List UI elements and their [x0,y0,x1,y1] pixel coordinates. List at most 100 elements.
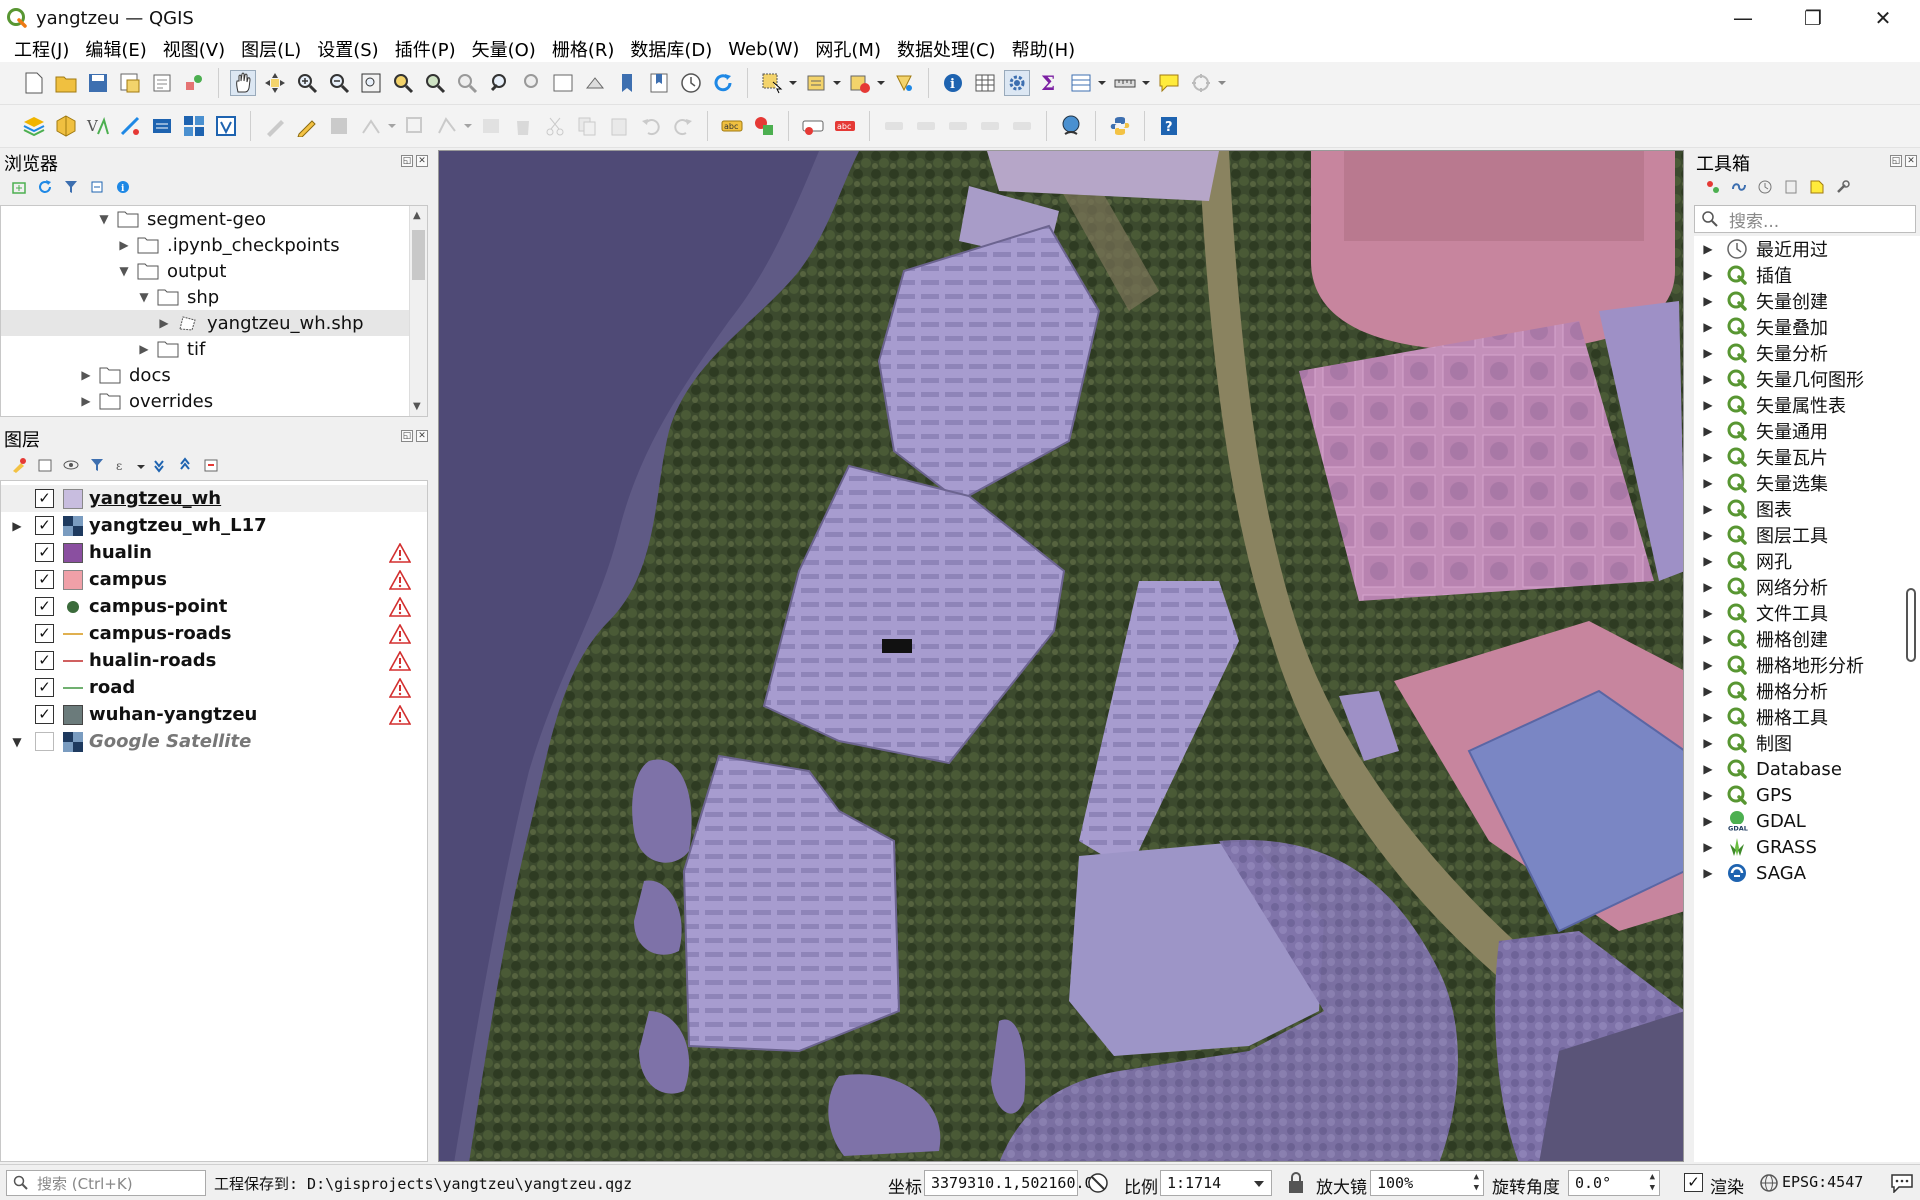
scale-combobox[interactable]: 1:1714 [1160,1170,1272,1196]
browser-tree[interactable]: ▼ segment-geo ▶ .ipynb_checkpoints ▼ out… [0,205,428,417]
close-button[interactable]: ✕ [1848,0,1918,36]
toolbox-item[interactable]: ▶ 矢量几何图形 [1694,366,1920,392]
zoom-to-layer-icon[interactable] [422,70,448,96]
layer-row-campus[interactable]: ✓ campus [1,566,427,593]
new-map-view-icon[interactable] [550,70,576,96]
toolbox-item[interactable]: ▶ 矢量瓦片 [1694,444,1920,470]
layer-visibility-checkbox[interactable]: ✓ [35,678,54,697]
zoom-full-icon[interactable] [358,70,384,96]
chevron-right-icon[interactable]: ▶ [1698,502,1718,516]
label-toolbar-icon[interactable]: abc [719,113,745,139]
chevron-right-icon[interactable]: ▶ [1698,554,1718,568]
toolbox-item[interactable]: ▶ 图层工具 [1694,522,1920,548]
toolbox-item[interactable]: ▶ 矢量创建 [1694,288,1920,314]
float-panel-icon[interactable]: ◱ [401,430,413,442]
style-manager-icon[interactable] [181,70,207,96]
chevron-right-icon[interactable]: ▶ [1698,268,1718,282]
zoom-last-icon[interactable] [486,70,512,96]
menu-vector[interactable]: 矢量(O) [464,36,544,62]
layer-visibility-checkbox[interactable]: ✓ [35,570,54,589]
new-3d-map-view-icon[interactable] [582,70,608,96]
menu-processing[interactable]: 数据处理(C) [889,36,1004,62]
spin-arrows-icon[interactable]: ▲ ▼ [1650,1172,1655,1194]
chevron-down-icon[interactable]: ▼ [117,258,131,284]
menu-layer[interactable]: 图层(L) [233,36,309,62]
scroll-up-icon[interactable]: ▲ [413,210,421,221]
warning-icon[interactable] [389,569,411,590]
add-raster-layer-icon[interactable] [181,113,207,139]
attribute-table-icon[interactable] [972,70,998,96]
menu-raster[interactable]: 栅格(R) [544,36,623,62]
chevron-right-icon[interactable]: ▶ [1698,476,1718,490]
data-source-manager-icon[interactable] [21,113,47,139]
chevron-down-icon[interactable] [876,70,886,96]
new-temporary-layer-icon[interactable] [117,113,143,139]
add-delimited-text-icon[interactable] [149,113,175,139]
maximize-button[interactable]: ❐ [1778,0,1848,36]
toolbox-item[interactable]: ▶ 矢量通用 [1694,418,1920,444]
menu-edit[interactable]: 编辑(E) [77,36,154,62]
locator-icon[interactable] [1188,70,1214,96]
warning-icon[interactable] [389,650,411,671]
chevron-down-icon[interactable]: ▼ [97,206,111,232]
tree-item-tif[interactable]: ▶ tif [137,336,205,362]
refresh-icon[interactable] [36,178,54,196]
chevron-down-icon[interactable] [463,113,473,139]
minimize-button[interactable]: — [1708,0,1778,36]
gps-globe-icon[interactable] [1058,113,1084,139]
lock-icon[interactable] [1286,1171,1306,1195]
filter-by-expression-icon[interactable]: ε [114,456,132,474]
collapse-all-icon[interactable] [88,178,106,196]
layer-row-road[interactable]: ✓ road [1,674,427,701]
toggle-editing-pencil-icon[interactable] [294,113,320,139]
zoom-out-icon[interactable] [326,70,352,96]
chevron-down-icon[interactable] [1097,70,1107,96]
add-group-icon[interactable] [36,456,54,474]
print-layout-icon[interactable] [149,70,175,96]
toolbox-item[interactable]: ▶ 矢量选集 [1694,470,1920,496]
layers-tree[interactable]: ✓ yangtzeu_wh ▶ ✓ yangtzeu_wh_L17 ✓ hual… [0,480,428,1162]
new-project-icon[interactable] [21,70,47,96]
rotation-spinbox[interactable]: 0.0° ▲ ▼ [1568,1170,1660,1196]
toolbox-item[interactable]: ▶ 栅格分析 [1694,678,1920,704]
toolbox-item[interactable]: ▶ Database [1694,756,1920,782]
tree-item-output[interactable]: ▼ output [117,258,226,284]
chevron-right-icon[interactable]: ▶ [1698,320,1718,334]
paste-features-icon[interactable] [606,113,632,139]
menu-mesh[interactable]: 网孔(M) [807,36,889,62]
layer-visibility-checkbox[interactable]: ✓ [35,624,54,643]
toolbox-item[interactable]: ▶ 矢量分析 [1694,340,1920,366]
chevron-right-icon[interactable]: ▶ [1698,528,1718,542]
zoom-next-icon[interactable] [518,70,544,96]
chevron-right-icon[interactable]: ▶ [1698,242,1718,256]
select-by-value-icon[interactable] [803,70,829,96]
filter-legend-icon[interactable] [88,456,106,474]
save-as-icon[interactable] [117,70,143,96]
layer-row-campus-point[interactable]: ✓ campus-point [1,593,427,620]
toolbox-tree[interactable]: ▶ 最近用过 ▶ 插值 ▶ 矢量创建 ▶ 矢量叠加 ▶ 矢量分析 ▶ 矢量几何图形 ▶ 矢量属性表 ▶ 矢量通… [1694,236,1920,1162]
new-geopackage-layer-icon[interactable] [53,113,79,139]
select-features-icon[interactable] [759,70,785,96]
layer-visibility-checkbox[interactable]: ✓ [35,597,54,616]
pan-hand-icon[interactable] [230,70,256,96]
measure-line-icon[interactable] [1112,70,1138,96]
spin-arrows-icon[interactable]: ▲ ▼ [1474,1172,1479,1194]
deselect-all-icon[interactable] [847,70,873,96]
copy-features-icon[interactable] [574,113,600,139]
statistical-summary-icon[interactable]: Σ [1036,70,1062,96]
chevron-right-icon[interactable]: ▶ [1698,346,1718,360]
scrollbar-thumb[interactable] [412,230,425,280]
zoom-in-icon[interactable] [294,70,320,96]
layer-row-yangtzeu-wh-l17[interactable]: ▶ ✓ yangtzeu_wh_L17 [1,512,427,539]
temporal-controller-icon[interactable] [678,70,704,96]
help-contents-icon[interactable]: ? [1156,113,1182,139]
layer-visibility-checkbox[interactable]: ✓ [35,543,54,562]
layer-visibility-checkbox[interactable]: ✓ [35,705,54,724]
chevron-right-icon[interactable]: ▶ [1698,866,1718,880]
chevron-right-icon[interactable]: ▶ [1698,632,1718,646]
float-panel-icon[interactable]: ◱ [1890,155,1902,167]
info-icon[interactable]: i [114,178,132,196]
tree-item-shp[interactable]: ▼ shp [137,284,219,310]
tree-item-yangtzeu-wh-shp[interactable]: ▶ yangtzeu_wh.shp [1,310,409,336]
edit-features-in-place-icon[interactable] [1808,178,1826,196]
